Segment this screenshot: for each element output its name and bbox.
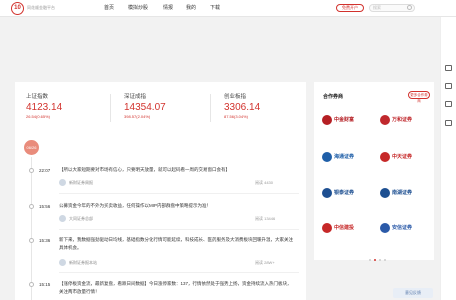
feed-text[interactable]: 公募资金今年的不外为买卖收益，任何操作以MIP内部群盘中策略提示为准！ — [59, 202, 295, 210]
timeline-dot — [29, 238, 34, 243]
avatar — [59, 259, 66, 266]
feedback-button[interactable]: 意见反馈 — [393, 288, 433, 298]
feed-source[interactable]: 大同证券总部 — [59, 215, 93, 222]
right-toolbar — [440, 17, 456, 300]
nav-sim-trading[interactable]: 模拟炒股 — [128, 4, 148, 11]
broker-logo[interactable]: 中天证券 — [380, 149, 420, 166]
timeline-dot — [29, 168, 34, 173]
timeline-line — [31, 157, 32, 300]
nav-download[interactable]: 下载 — [210, 4, 220, 11]
broker-icon — [380, 223, 390, 233]
broker-logo[interactable]: 银泰证券 — [322, 185, 362, 202]
broker-logo[interactable]: 中信建投 — [322, 220, 362, 237]
broker-icon — [380, 152, 390, 162]
open-account-button[interactable]: 免费开户 — [336, 4, 364, 12]
divider — [210, 94, 211, 122]
index-card[interactable]: 创业板指 3306.14 87.56(3.04%) — [224, 92, 260, 119]
read-count: 阅读 4430 — [255, 180, 274, 185]
feed-text[interactable]: 【涨停板资金流，最新复盘，看跌日间数据】今日涨停家数：137，行情依然处于强势上… — [59, 280, 295, 296]
broker-logo[interactable]: 万和证券 — [380, 112, 420, 129]
read-count: 阅读 28W+ — [255, 260, 275, 265]
feed-text[interactable]: 【所以大家短期要对市场有信心，只要明天放量，就可以起码看一周的交易窗口会有】 — [59, 166, 295, 174]
date-badge: 06/26 — [24, 140, 39, 155]
nav-home[interactable]: 首页 — [104, 4, 114, 11]
index-card[interactable]: 上证指数 4123.14 26.54(0.65%) — [26, 92, 62, 119]
broker-icon — [322, 223, 332, 233]
broker-icon — [380, 188, 390, 198]
avatar — [59, 179, 66, 186]
broker-logo[interactable]: 南湖证券 — [380, 185, 420, 202]
broker-icon — [322, 115, 332, 125]
feed-source[interactable]: 新财证券报本站 — [59, 259, 97, 266]
read-count: 阅读 13446 — [255, 216, 276, 221]
calendar-icon[interactable] — [445, 65, 452, 71]
index-card[interactable]: 深证成指 14354.07 398.57(2.04%) — [124, 92, 166, 119]
top-bar: 10 同花顺金融平台 首页 模拟炒股 情报 我的 下载 免费开户 搜索 — [0, 0, 456, 17]
carousel-pager[interactable] — [369, 248, 389, 266]
logo-icon[interactable]: 10 — [11, 2, 24, 15]
divider — [110, 94, 111, 122]
market-panel: 上证指数 4123.14 26.54(0.65%) 深证成指 14354.07 … — [15, 82, 306, 300]
panel-title: 合作券商 — [323, 94, 344, 100]
timeline-dot — [29, 204, 34, 209]
more-brokers-button[interactable]: 更多合作券商 — [408, 91, 430, 103]
nav-mine[interactable]: 我的 — [186, 4, 196, 11]
broker-logo[interactable]: 海通证券 — [322, 149, 362, 166]
broker-logo[interactable]: 安信证券 — [380, 220, 420, 237]
nav-news[interactable]: 情报 — [163, 4, 173, 11]
broker-icon — [322, 188, 332, 198]
search-icon[interactable] — [407, 5, 412, 10]
timeline-dot — [29, 282, 34, 287]
phone-icon[interactable] — [445, 101, 452, 107]
feed-source[interactable]: 新财证券周报 — [59, 179, 93, 186]
brand-name: 同花顺金融平台 — [27, 5, 55, 10]
chat-icon[interactable] — [445, 83, 452, 89]
broker-icon — [380, 115, 390, 125]
service-icon[interactable] — [445, 120, 452, 126]
feed-text[interactable]: 新下来，我数据强劲驱动日均线，基础指数分化行情可能延续，科技成长、医药服务及大消… — [59, 236, 295, 252]
broker-icon — [322, 152, 332, 162]
partner-brokers-panel: 合作券商 更多合作券商 中金财富 万和证券 海通证券 中天证券 银泰证券 南湖证… — [314, 82, 434, 261]
broker-logo[interactable]: 中金财富 — [322, 112, 362, 129]
avatar — [59, 215, 66, 222]
